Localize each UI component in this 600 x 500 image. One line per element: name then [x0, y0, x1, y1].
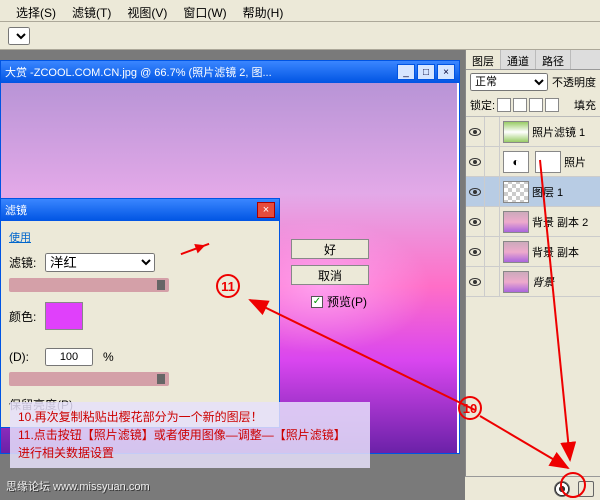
color-swatch[interactable]	[45, 302, 83, 330]
lock-pixels-icon[interactable]	[513, 98, 527, 112]
layer-mask-thumbnail[interactable]	[535, 151, 561, 173]
lock-label: 锁定:	[470, 97, 495, 113]
annotation-highlight-circle	[560, 472, 586, 498]
annotation-marker-11: 11	[216, 274, 240, 298]
layer-row[interactable]: 背景 副本	[466, 237, 600, 267]
maximize-button[interactable]: □	[417, 64, 435, 80]
checkbox-icon: ✓	[311, 296, 323, 308]
preview-label: 预览(P)	[327, 293, 367, 310]
layer-thumbnail[interactable]	[503, 271, 529, 293]
layer-name: 背景 副本 2	[532, 214, 588, 230]
filter-label: 滤镜:	[9, 254, 39, 271]
visibility-icon[interactable]	[469, 188, 481, 196]
layer-row[interactable]: 背景 副本 2	[466, 207, 600, 237]
annotation-marker-10: 10	[458, 396, 482, 420]
lock-transparency-icon[interactable]	[497, 98, 511, 112]
lock-position-icon[interactable]	[529, 98, 543, 112]
tab-channels[interactable]: 通道	[501, 50, 536, 69]
density-unit: %	[103, 350, 114, 364]
visibility-icon[interactable]	[469, 158, 481, 166]
watermark: 思缘论坛 www.missyuan.com	[6, 478, 150, 494]
visibility-icon[interactable]	[469, 128, 481, 136]
workspace: 大赏 -ZCOOL.COM.CN.jpg @ 66.7% (照片滤镜 2, 图.…	[0, 50, 600, 500]
layer-name: 照片滤镜 1	[532, 124, 585, 140]
layer-name: 背景	[532, 274, 554, 290]
menu-item[interactable]: 滤镜(T)	[64, 0, 119, 21]
layer-row[interactable]: ◐ 照片	[466, 147, 600, 177]
visibility-icon[interactable]	[469, 218, 481, 226]
preview-checkbox[interactable]: ✓ 预览(P)	[311, 293, 367, 310]
blend-mode-select[interactable]: 正常	[470, 73, 548, 91]
menu-item[interactable]: 视图(V)	[119, 0, 175, 21]
annotation-line: 进行相关数据设置	[18, 444, 362, 462]
layer-name: 图层 1	[532, 184, 563, 200]
layer-thumbnail[interactable]	[503, 211, 529, 233]
visibility-icon[interactable]	[469, 278, 481, 286]
dialog-title: 滤镜	[5, 202, 257, 218]
filter-select[interactable]: 洋红	[45, 253, 155, 272]
lock-all-icon[interactable]	[545, 98, 559, 112]
density-slider[interactable]	[9, 372, 169, 386]
adjustment-icon[interactable]: ◐	[503, 151, 529, 173]
tab-paths[interactable]: 路径	[536, 50, 571, 69]
annotation-line: 10.再次复制粘贴出樱花部分为一个新的图层！	[18, 408, 362, 426]
options-bar	[0, 22, 600, 50]
filter-highlight	[9, 278, 169, 292]
use-section-label: 使用	[9, 229, 271, 245]
options-select[interactable]	[8, 27, 30, 45]
ok-button[interactable]: 好	[291, 239, 369, 259]
dialog-titlebar[interactable]: 滤镜 ×	[1, 199, 279, 221]
visibility-icon[interactable]	[469, 248, 481, 256]
doc-titlebar[interactable]: 大赏 -ZCOOL.COM.CN.jpg @ 66.7% (照片滤镜 2, 图.…	[1, 61, 459, 83]
panel-tabs: 图层 通道 路径	[466, 50, 600, 70]
close-icon[interactable]: ×	[257, 202, 275, 218]
menu-item[interactable]: 选择(S)	[8, 0, 64, 21]
layer-row[interactable]: 图层 1	[466, 177, 600, 207]
annotation-box: 10.再次复制粘贴出樱花部分为一个新的图层！ 11.点击按钮【照片滤镜】或者使用…	[10, 402, 370, 468]
photo-filter-dialog: 滤镜 × 使用 好 取消 ✓ 预览(P) 滤镜: 洋红 颜色:	[0, 198, 280, 428]
layers-list: 照片滤镜 1 ◐ 照片 图层 1 背景 副本 2	[466, 117, 600, 297]
layer-thumbnail[interactable]	[503, 181, 529, 203]
layer-name: 照片	[564, 154, 586, 170]
color-label: 颜色:	[9, 308, 39, 325]
cancel-button[interactable]: 取消	[291, 265, 369, 285]
density-input[interactable]	[45, 348, 93, 366]
opacity-label: 不透明度	[552, 74, 596, 90]
layer-row[interactable]: 照片滤镜 1	[466, 117, 600, 147]
minimize-button[interactable]: _	[397, 64, 415, 80]
close-button[interactable]: ×	[437, 64, 455, 80]
layer-thumbnail[interactable]	[503, 121, 529, 143]
doc-title: 大赏 -ZCOOL.COM.CN.jpg @ 66.7% (照片滤镜 2, 图.…	[5, 64, 395, 80]
annotation-line: 11.点击按钮【照片滤镜】或者使用图像—调整—【照片滤镜】	[18, 426, 362, 444]
layer-row[interactable]: 背景	[466, 267, 600, 297]
menu-item[interactable]: 帮助(H)	[235, 0, 292, 21]
layer-name: 背景 副本	[532, 244, 579, 260]
menu-bar: 选择(S) 滤镜(T) 视图(V) 窗口(W) 帮助(H)	[0, 0, 600, 22]
tab-layers[interactable]: 图层	[466, 50, 501, 69]
layer-thumbnail[interactable]	[503, 241, 529, 263]
menu-item[interactable]: 窗口(W)	[175, 0, 234, 21]
layers-panel: 图层 通道 路径 正常 不透明度 锁定: 填充 照片滤镜 1	[465, 50, 600, 500]
density-label: (D):	[9, 350, 39, 364]
fill-label: 填充	[574, 97, 596, 113]
